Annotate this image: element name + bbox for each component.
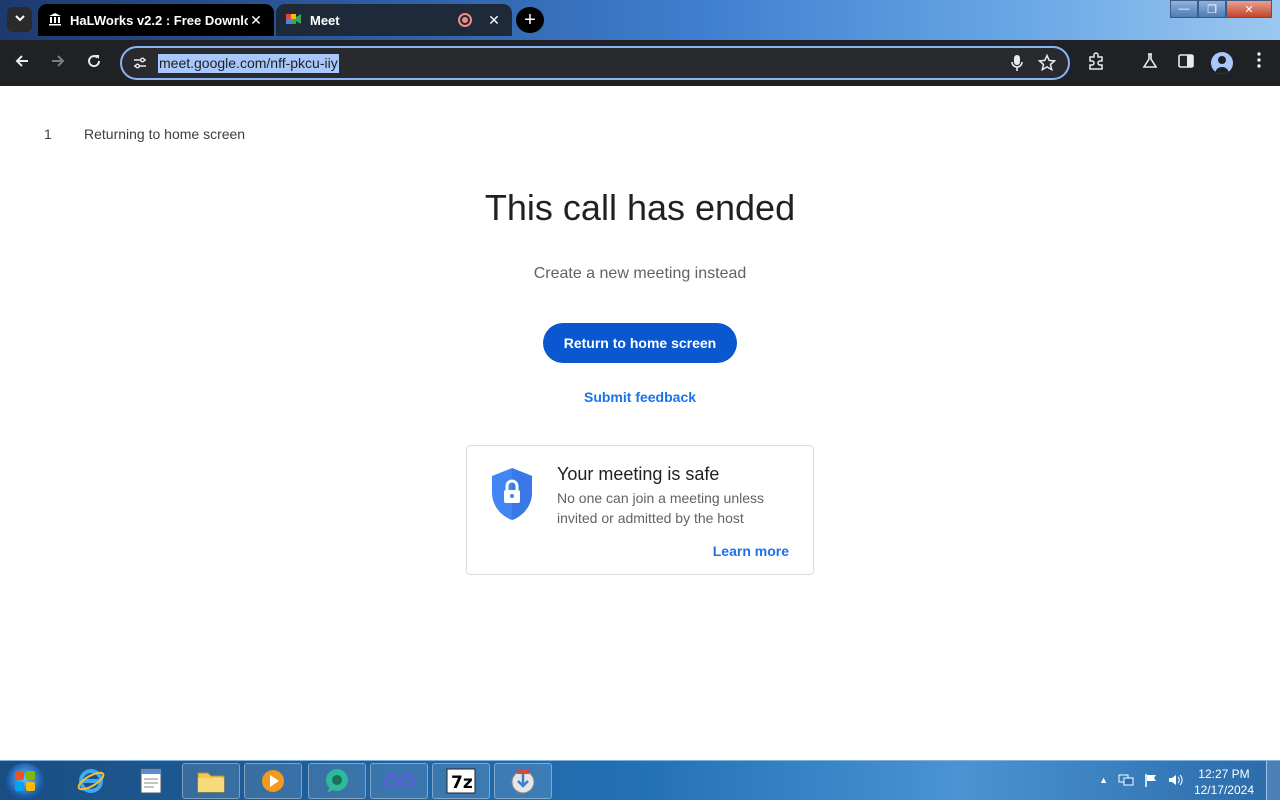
return-home-button[interactable]: Return to home screen [543,323,737,363]
clock-time: 12:27 PM [1198,767,1250,781]
shield-lock-icon [489,466,535,527]
chat-app-icon[interactable] [308,763,366,799]
file-explorer-icon[interactable] [182,763,240,799]
notepad-icon[interactable] [122,763,180,799]
windows-taskbar: 7z ▲ 12:27 PM 12/17/2024 [0,760,1280,800]
recording-icon [458,13,472,27]
side-panel-icon[interactable] [1175,52,1197,75]
infinity-app-icon[interactable] [370,763,428,799]
menu-kebab-icon[interactable] [1248,52,1270,73]
installer-icon[interactable] [494,763,552,799]
network-icon[interactable] [1118,773,1134,790]
url-text[interactable]: meet.google.com/nff-pkcu-iiy [158,54,339,73]
browser-tab-strip: HaLWorks v2.2 : Free Downloa ✕ Meet ✕ + … [0,0,1280,40]
media-player-icon[interactable] [244,763,302,799]
svg-text:7z: 7z [451,773,473,793]
meeting-safety-card: Your meeting is safe No one can join a m… [466,445,814,575]
omnibox-actions [1010,53,1057,77]
new-tab-button[interactable]: + [516,7,544,33]
page-subtitle: Create a new meeting instead [533,265,747,282]
internet-explorer-icon[interactable] [62,763,120,799]
start-button[interactable] [6,763,44,799]
tab-title: HaLWorks v2.2 : Free Downloa [70,12,248,28]
maximize-button[interactable]: ❐ [1198,0,1226,18]
tab-close-button[interactable]: ✕ [248,12,264,29]
submit-feedback-link[interactable]: Submit feedback [0,389,1280,405]
tab-meet[interactable]: Meet ✕ [276,4,512,36]
chevron-down-icon [14,11,26,29]
taskbar-clock[interactable]: 12:27 PM 12/17/2024 [1194,766,1254,798]
extensions-icon[interactable] [1085,52,1107,75]
reload-button[interactable] [81,50,107,76]
show-desktop-button[interactable] [1266,761,1280,800]
card-body: No one can join a meeting unless invited… [557,490,765,526]
back-button[interactable] [9,50,35,76]
tab-close-button[interactable]: ✕ [486,12,502,29]
address-bar[interactable]: meet.google.com/nff-pkcu-iiy [120,46,1070,80]
7zip-icon[interactable]: 7z [432,763,490,799]
arrow-left-icon [14,53,30,74]
clock-date: 12/17/2024 [1193,783,1254,797]
tab-title: Meet [310,12,340,28]
countdown-label: Returning to home screen [84,126,246,142]
close-window-button[interactable]: ✕ [1226,0,1272,18]
tab-search-button[interactable] [7,7,32,32]
learn-more-link[interactable]: Learn more [713,543,789,559]
reload-icon [86,53,102,74]
system-tray: ▲ [1099,773,1184,790]
tab-halworks[interactable]: HaLWorks v2.2 : Free Downloa ✕ [38,4,274,36]
google-meet-icon [286,12,302,29]
site-settings-icon[interactable] [132,55,148,74]
microphone-icon[interactable] [1010,54,1024,77]
profile-avatar-icon[interactable] [1211,52,1233,74]
bank-icon [48,12,62,29]
browser-toolbar: meet.google.com/nff-pkcu-iiy [0,40,1280,86]
countdown-number: 1 [44,126,52,142]
window-controls: — ❐ ✕ [1170,0,1272,18]
bookmark-star-icon[interactable] [1037,53,1057,77]
tray-expand-icon[interactable]: ▲ [1099,775,1108,790]
forward-button[interactable] [45,50,71,76]
page-title: This call has ended [484,187,796,228]
minimize-button[interactable]: — [1170,0,1198,18]
action-center-flag-icon[interactable] [1144,773,1158,790]
arrow-right-icon [50,53,66,74]
volume-icon[interactable] [1168,773,1184,790]
labs-flask-icon[interactable] [1139,52,1161,75]
windows-logo-icon [15,771,35,791]
card-title: Your meeting is safe [557,464,720,484]
